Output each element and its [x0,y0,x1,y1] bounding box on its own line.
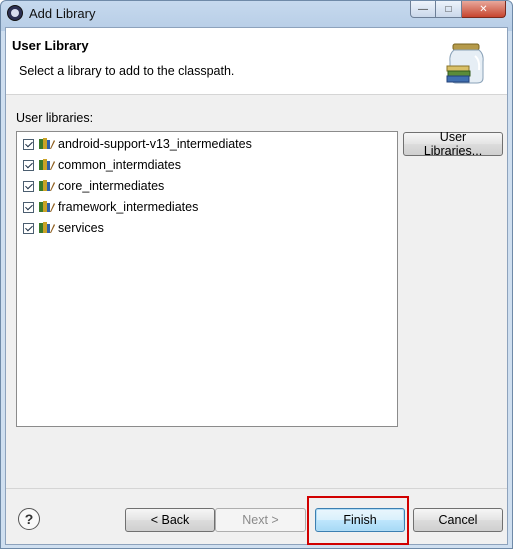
library-label: common_intermdiates [58,158,181,172]
list-item[interactable]: core_intermediates [23,176,164,196]
library-list[interactable]: android-support-v13_intermediates common… [16,131,398,427]
footer-separator [6,488,507,489]
dialog-body: User Library Select a library to add to … [5,27,508,545]
library-jar-icon [446,43,484,84]
library-icon [39,138,55,149]
library-checkbox[interactable] [23,222,34,234]
library-label: framework_intermediates [58,200,199,214]
user-libraries-label: User libraries: [16,111,94,125]
library-checkbox[interactable] [23,138,34,150]
minimize-button[interactable]: — [410,1,436,18]
library-icon [39,180,55,191]
wizard-header: User Library Select a library to add to … [6,28,507,95]
library-icon [39,201,55,212]
window-title: Add Library [29,6,96,21]
library-label: services [58,221,104,235]
finish-button[interactable]: Finish [315,508,405,532]
close-button[interactable]: ✕ [462,1,506,18]
next-button[interactable]: Next > [215,508,306,532]
library-icon [39,222,55,233]
help-icon[interactable]: ? [18,508,40,530]
list-item[interactable]: common_intermdiates [23,155,181,175]
maximize-button[interactable]: □ [436,1,462,18]
list-item[interactable]: services [23,218,104,238]
library-checkbox[interactable] [23,180,34,192]
user-libraries-button[interactable]: User Libraries... [403,130,503,158]
cancel-button[interactable]: Cancel [413,508,503,532]
add-library-dialog: Add Library — □ ✕ User Library Select a … [0,0,513,549]
library-checkbox[interactable] [23,201,34,213]
list-item[interactable]: framework_intermediates [23,197,198,217]
library-label: android-support-v13_intermediates [58,137,252,151]
library-checkbox[interactable] [23,159,34,171]
list-item[interactable]: android-support-v13_intermediates [23,134,252,154]
library-label: core_intermediates [58,179,165,193]
page-description: Select a library to add to the classpath… [19,64,235,78]
title-bar[interactable]: Add Library — □ ✕ [1,1,512,27]
library-icon [39,159,55,170]
page-title: User Library [12,38,89,53]
back-button[interactable]: < Back [125,508,215,532]
eclipse-icon [7,5,23,21]
